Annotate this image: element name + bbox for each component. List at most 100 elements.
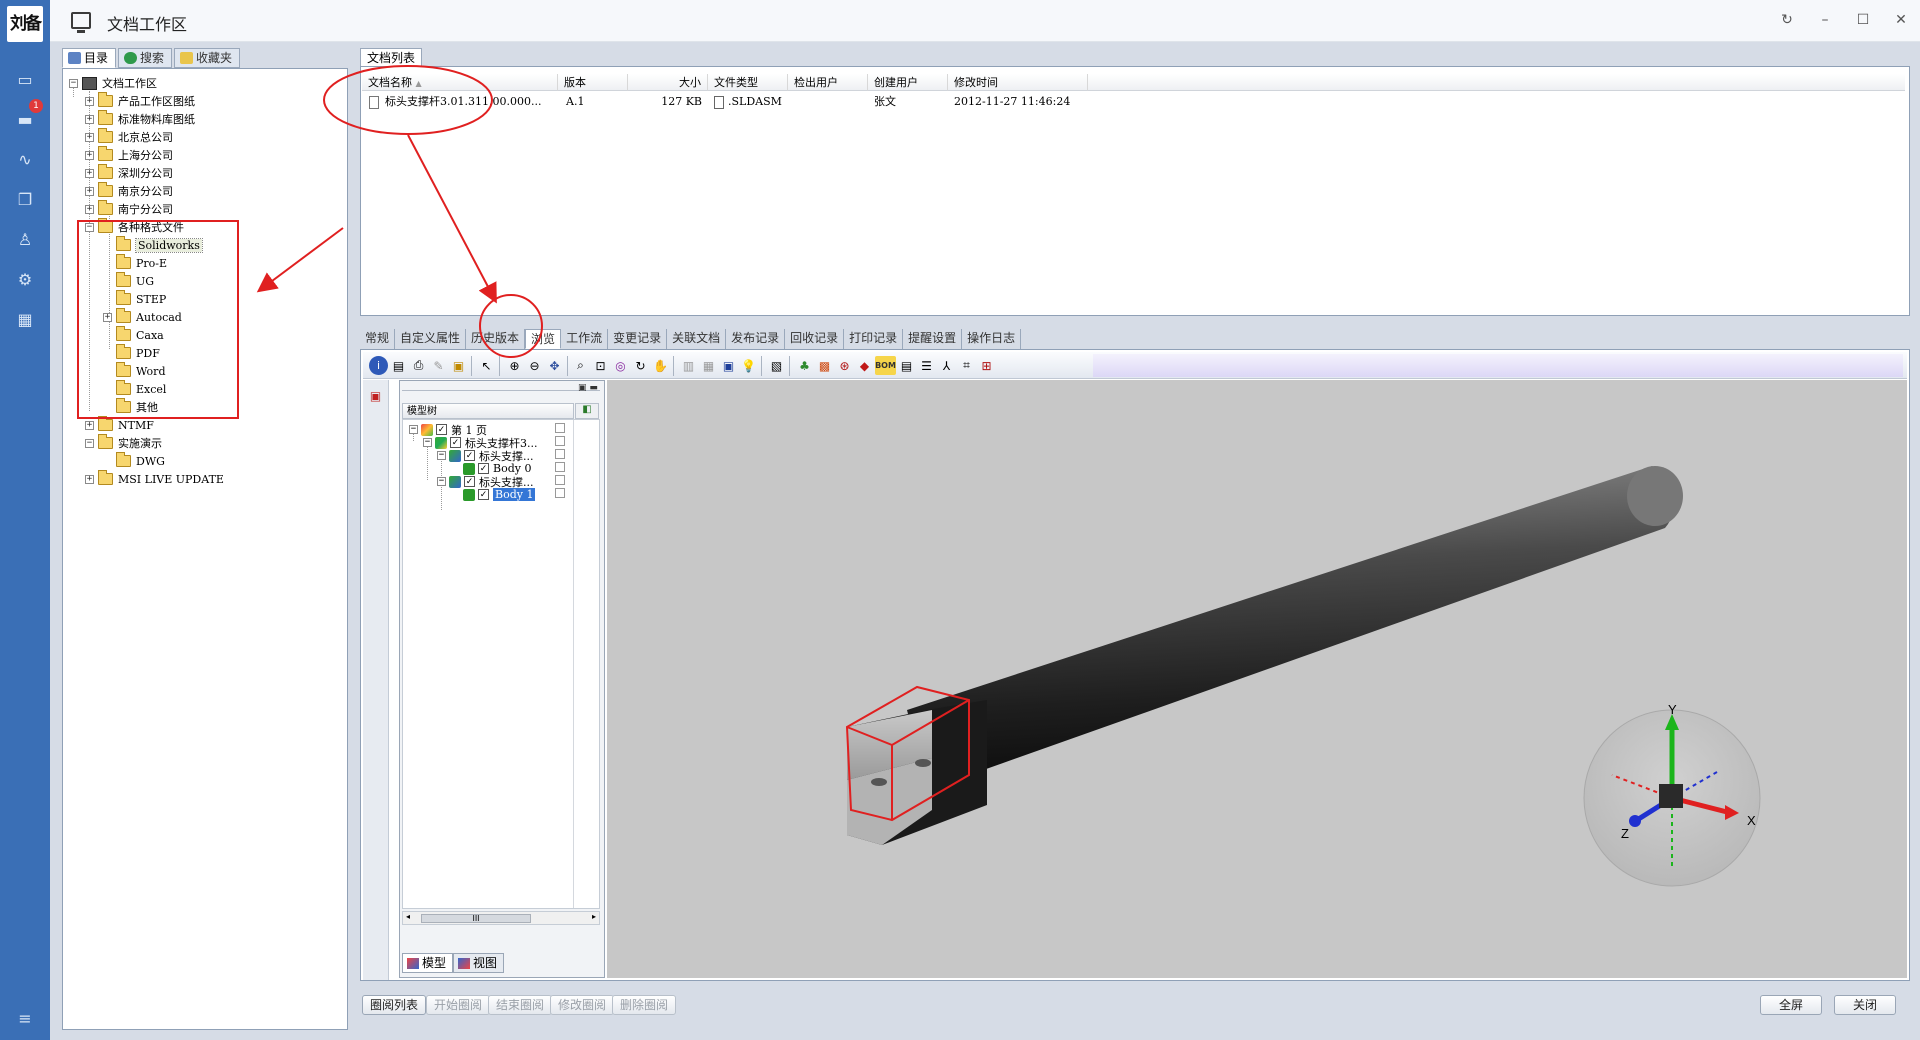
tab-related-docs[interactable]: 关联文档 xyxy=(667,329,727,349)
panel-pin-icon[interactable]: ▣ ▬ xyxy=(578,383,598,393)
zoom-window-icon[interactable]: ⌕ xyxy=(571,356,590,375)
rotate-icon[interactable]: ↻ xyxy=(631,356,650,375)
col-header-checkout[interactable]: 检出用户 xyxy=(788,74,868,91)
zoom-area-icon[interactable]: ⊡ xyxy=(591,356,610,375)
tab-browse[interactable]: 浏览 xyxy=(525,329,562,349)
tab-publish-records[interactable]: 发布记录 xyxy=(726,329,786,349)
tab-favorites[interactable]: 收藏夹 xyxy=(174,48,241,68)
explode-icon[interactable]: ▩ xyxy=(815,356,834,375)
model-tree-hscroll[interactable]: ◂ III ▸ xyxy=(402,911,600,925)
maximize-button[interactable]: ☐ xyxy=(1848,9,1878,31)
pointer-icon[interactable]: ↖ xyxy=(477,356,496,375)
tree-folder[interactable]: + 产品工作区图纸 xyxy=(85,92,195,110)
measure-icon[interactable]: ▦ xyxy=(699,356,718,375)
minimize-button[interactable]: – xyxy=(1810,9,1840,31)
col-header-modified[interactable]: 修改时间 xyxy=(948,74,1088,91)
tab-custom-properties[interactable]: 自定义属性 xyxy=(395,329,467,349)
axis-icon[interactable]: ⅄ xyxy=(937,356,956,375)
tree-folder[interactable]: + 深圳分公司 xyxy=(85,164,173,182)
close-window-button[interactable]: ✕ xyxy=(1886,9,1916,31)
cell-name[interactable]: 标头支撑杆3.01.311.00.000... xyxy=(385,94,541,110)
tab-reminder-settings[interactable]: 提醒设置 xyxy=(903,329,963,349)
properties-icon[interactable]: ▧ xyxy=(767,356,786,375)
preview-icon[interactable]: ▤ xyxy=(389,356,408,375)
3d-view-canvas[interactable]: Y X Z xyxy=(607,380,1907,978)
tab-search[interactable]: 搜索 xyxy=(118,48,173,68)
visibility-checkbox[interactable] xyxy=(555,436,565,446)
tree-folder[interactable]: + 标准物料库图纸 xyxy=(85,110,195,128)
assembly-icon[interactable]: ♣ xyxy=(795,356,814,375)
print-icon[interactable]: ⎙ xyxy=(409,356,428,375)
folder-icon xyxy=(98,182,113,197)
col-header-size[interactable]: 大小 xyxy=(628,74,708,91)
part-color-icon[interactable]: ◆ xyxy=(855,356,874,375)
users-icon[interactable]: ♙ xyxy=(13,227,37,251)
scroll-thumb[interactable]: III xyxy=(421,914,531,923)
tree-folder[interactable]: − 实施演示 xyxy=(85,434,162,452)
tab-history[interactable]: 历史版本 xyxy=(466,329,526,349)
close-button[interactable]: 关闭 xyxy=(1834,995,1896,1015)
info-icon[interactable]: i xyxy=(369,356,388,375)
tab-doclist[interactable]: 文档列表 xyxy=(360,48,423,67)
target-icon[interactable]: ⊛ xyxy=(835,356,854,375)
section-icon[interactable]: ▥ xyxy=(679,356,698,375)
tree-folder[interactable]: + 南京分公司 xyxy=(85,182,173,200)
catalog-icon xyxy=(68,52,81,64)
delete-markup-button[interactable]: 删除圈阅 xyxy=(612,995,677,1015)
markup-tool-icon[interactable]: ▣ xyxy=(366,386,385,405)
visibility-checkbox[interactable] xyxy=(555,423,565,433)
monitor-icon[interactable]: ▭ xyxy=(13,67,37,91)
refresh-icon[interactable]: ↻ xyxy=(1772,9,1802,31)
ruler-icon[interactable]: ⊞ xyxy=(977,356,996,375)
tree-root[interactable]: − 文档工作区 xyxy=(69,74,157,92)
col-header-version[interactable]: 版本 xyxy=(558,74,628,91)
orbit-icon[interactable]: ◎ xyxy=(611,356,630,375)
rod-end-cap xyxy=(1627,466,1683,526)
end-markup-button[interactable]: 结束圈阅 xyxy=(488,995,553,1015)
tree-folder[interactable]: DWG xyxy=(103,452,165,470)
align-icon[interactable]: ☰ xyxy=(917,356,936,375)
fullscreen-button[interactable]: 全屏 xyxy=(1760,995,1822,1015)
tree-folder[interactable]: + 北京总公司 xyxy=(85,128,173,146)
dimension-icon[interactable]: ⌗ xyxy=(957,356,976,375)
visibility-column-icon[interactable]: ◧ xyxy=(575,403,599,419)
pan-hand-icon[interactable]: ✋ xyxy=(651,356,670,375)
light-bulb-icon[interactable]: 💡 xyxy=(739,356,758,375)
settings-icon[interactable]: ⚙ xyxy=(13,267,37,291)
col-header-name[interactable]: 文档名称 ▲ xyxy=(362,74,558,91)
pen-icon[interactable]: ✎ xyxy=(429,356,448,375)
visibility-checkbox[interactable] xyxy=(555,488,565,498)
fit-icon[interactable]: ✥ xyxy=(545,356,564,375)
tab-change-records[interactable]: 变更记录 xyxy=(608,329,668,349)
tab-workflow[interactable]: 工作流 xyxy=(561,329,609,349)
tab-general[interactable]: 常规 xyxy=(360,329,396,349)
workflow-icon[interactable]: ∿ xyxy=(13,147,37,171)
table-icon[interactable]: ▤ xyxy=(897,356,916,375)
model-node-body-selected[interactable]: ✓ Body 1 xyxy=(463,487,536,502)
zoom-in-icon[interactable]: ⊕ xyxy=(505,356,524,375)
visibility-checkbox[interactable] xyxy=(555,475,565,485)
bom-icon[interactable]: BOM xyxy=(875,356,896,375)
menu-icon[interactable]: ≡ xyxy=(13,1006,37,1030)
edit-markup-button[interactable]: 修改圈阅 xyxy=(550,995,615,1015)
tab-view[interactable]: 视图 xyxy=(453,953,505,973)
tab-model[interactable]: 模型 xyxy=(402,953,454,973)
tree-folder[interactable]: + MSI LIVE UPDATE xyxy=(85,470,224,488)
tree-folder[interactable]: + 南宁分公司 xyxy=(85,200,173,218)
export-icon[interactable]: ▣ xyxy=(449,356,468,375)
tab-recycle-records[interactable]: 回收记录 xyxy=(785,329,845,349)
tree-folder[interactable]: + 上海分公司 xyxy=(85,146,173,164)
visibility-checkbox[interactable] xyxy=(555,462,565,472)
copy-icon[interactable]: ❐ xyxy=(13,187,37,211)
start-markup-button[interactable]: 开始圈阅 xyxy=(426,995,491,1015)
markup-list-button[interactable]: 圈阅列表 xyxy=(362,995,427,1015)
tab-catalog[interactable]: 目录 xyxy=(62,48,117,68)
zoom-out-icon[interactable]: ⊖ xyxy=(525,356,544,375)
view-cube-icon[interactable]: ▣ xyxy=(719,356,738,375)
apps-grid-icon[interactable]: ▦ xyxy=(13,307,37,331)
tab-operation-log[interactable]: 操作日志 xyxy=(962,329,1022,349)
tab-print-records[interactable]: 打印记录 xyxy=(844,329,904,349)
visibility-checkbox[interactable] xyxy=(555,449,565,459)
col-header-type[interactable]: 文件类型 xyxy=(708,74,788,91)
col-header-creator[interactable]: 创建用户 xyxy=(868,74,948,91)
